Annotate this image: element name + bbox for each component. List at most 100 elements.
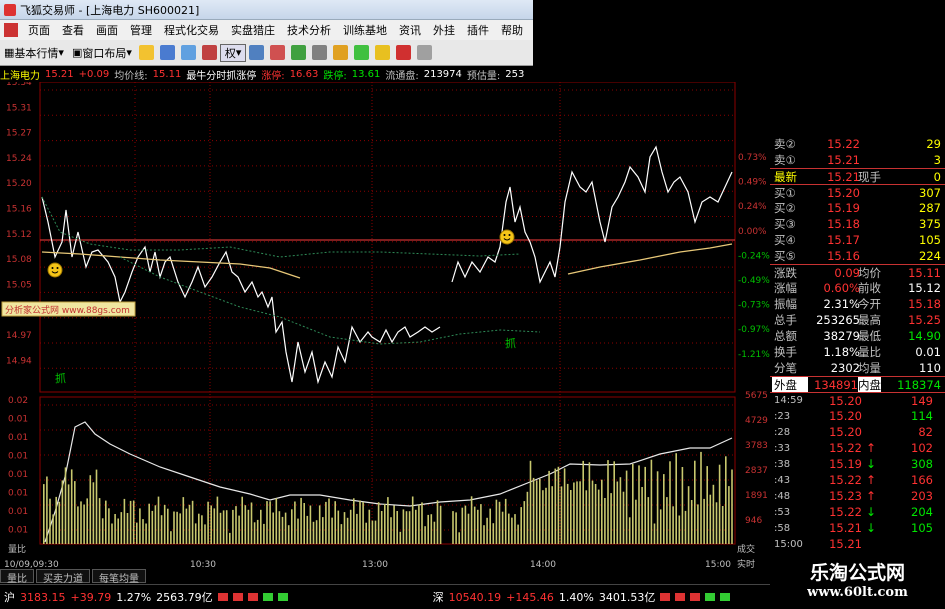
- volume-bar: [557, 466, 560, 544]
- buy-price: 15.19: [827, 201, 860, 215]
- volume-bar: [101, 518, 104, 544]
- flag-icon[interactable]: [354, 45, 370, 60]
- volume-bar: [359, 500, 361, 544]
- settings-icon[interactable]: [417, 45, 433, 60]
- stat-label: 涨幅: [774, 281, 797, 295]
- volume-bar: [672, 506, 674, 544]
- volume-bar: [232, 509, 234, 544]
- volume-bar: [371, 520, 374, 544]
- menu-item-5[interactable]: 实盘猎庄: [225, 22, 281, 38]
- volume-bar: [464, 505, 467, 544]
- stat-value: 2302: [830, 361, 860, 375]
- menu-item-7[interactable]: 训练基地: [337, 22, 393, 38]
- volume-bar: [520, 507, 522, 544]
- print-icon[interactable]: [312, 45, 328, 60]
- volume-bar: [129, 500, 132, 544]
- volume-bar: [154, 505, 157, 544]
- menu-item-3[interactable]: 管理: [124, 22, 158, 38]
- stock-price: 15.21: [45, 68, 74, 80]
- menu-item-2[interactable]: 画面: [90, 22, 124, 38]
- indicator-line-2: [119, 256, 541, 345]
- volume-bar: [498, 501, 501, 544]
- volume-bar: [343, 512, 346, 544]
- smiley-icon: [499, 229, 515, 245]
- crosshair-icon[interactable]: [180, 45, 196, 60]
- tab-1[interactable]: 买卖力道: [36, 569, 90, 585]
- buy-vol: 287: [919, 201, 941, 215]
- tick-price: 15.20: [829, 393, 862, 408]
- title-bar: 飞狐交易师 - [上海电力 SH600021]: [0, 0, 533, 20]
- menu-item-1[interactable]: 查看: [56, 22, 90, 38]
- volume-bar: [291, 509, 293, 544]
- volume-bar: [353, 498, 355, 544]
- stat-label-2: 最高: [858, 313, 881, 327]
- price-tick-label: 15.08: [6, 255, 32, 265]
- rights-button[interactable]: 权 ▾: [219, 43, 247, 62]
- intraday-chart[interactable]: 15.34 15.31 15.27 15.24 15.20 15.16 15.12 15.08…: [0, 82, 770, 582]
- volume-bar: [356, 513, 358, 544]
- smiley-eye: [508, 234, 511, 236]
- menu-item-9[interactable]: 外挂: [427, 22, 461, 38]
- folder-icon[interactable]: [138, 45, 154, 60]
- warning-icon[interactable]: [375, 45, 391, 60]
- volume-bar: [120, 512, 123, 544]
- volume-bar: [511, 517, 513, 544]
- tab-0[interactable]: 量比: [0, 569, 34, 585]
- volume-bar: [281, 516, 284, 544]
- volume-bar: [83, 504, 85, 544]
- volume-ratio-tick: 0.01: [8, 489, 28, 499]
- pct-tick-label: -0.97%: [738, 325, 770, 335]
- stat-row: 换手 1.18% 量比 0.01: [770, 344, 945, 360]
- tick-row: :48 15.23 ↑ 203: [770, 488, 945, 504]
- menu-item-8[interactable]: 资讯: [393, 22, 427, 38]
- window-layout-button[interactable]: ▣ 窗口布局 ▾: [68, 45, 136, 61]
- menu-item-0[interactable]: 页面: [22, 22, 56, 38]
- price-tick-label: 15.24: [6, 154, 32, 164]
- indicator-tabs: 量比 买卖力道 每笔均量: [0, 569, 148, 585]
- tab-2[interactable]: 每笔均量: [92, 569, 146, 585]
- volume-bar: [86, 498, 88, 544]
- chart-icon[interactable]: [159, 45, 175, 60]
- up-arrow-icon: ↑: [866, 489, 877, 503]
- volume-bar: [322, 517, 324, 544]
- volume-bar: [659, 509, 662, 544]
- price-tick-label: 15.20: [6, 179, 32, 189]
- price-line-pm: [451, 145, 733, 284]
- volume-bar: [160, 515, 163, 544]
- bar-chart-icon[interactable]: [270, 45, 286, 60]
- volume-bar: [402, 509, 405, 544]
- stat-label-2: 最低: [858, 329, 881, 343]
- menu-item-11[interactable]: 帮助: [495, 22, 529, 38]
- volume-bar: [628, 517, 631, 544]
- indicator-name: 最牛分时抓涨停: [186, 70, 257, 82]
- time-tick-label: 13:00: [362, 560, 388, 570]
- stat-row: 振幅 2.31% 今开 15.18: [770, 296, 945, 312]
- list-icon[interactable]: [249, 45, 265, 60]
- volume-bar: [108, 508, 110, 544]
- tick-volume: 204: [911, 505, 933, 519]
- grid-icon[interactable]: [201, 45, 217, 60]
- stop-icon[interactable]: [396, 45, 412, 60]
- menu-item-6[interactable]: 技术分析: [281, 22, 337, 38]
- table-icon[interactable]: [291, 45, 307, 60]
- price-tick-label: 15.31: [6, 103, 32, 113]
- volume-bar: [486, 517, 488, 544]
- menu-item-10[interactable]: 插件: [461, 22, 495, 38]
- basic-quote-button[interactable]: ▦ 基本行情 ▾: [0, 45, 68, 61]
- volume-bar: [132, 500, 135, 544]
- last-price: 15.21: [827, 169, 860, 184]
- tag-icon[interactable]: [333, 45, 349, 60]
- volume-bar: [523, 501, 526, 544]
- price-tick-label: 15.05: [6, 280, 32, 290]
- volume-bar: [303, 503, 305, 544]
- volume-bar: [80, 501, 82, 544]
- menu-item-4[interactable]: 程式化交易: [158, 22, 225, 38]
- tick-row: :23 15.20 114: [770, 408, 945, 424]
- volume-bar: [678, 515, 681, 544]
- volume-bar: [576, 481, 578, 544]
- app-menu-icon[interactable]: [4, 23, 18, 37]
- volume-bar: [625, 470, 628, 544]
- buy-vol: 307: [919, 185, 941, 200]
- avg-line-pm: [567, 243, 733, 275]
- volume-bar: [433, 521, 436, 544]
